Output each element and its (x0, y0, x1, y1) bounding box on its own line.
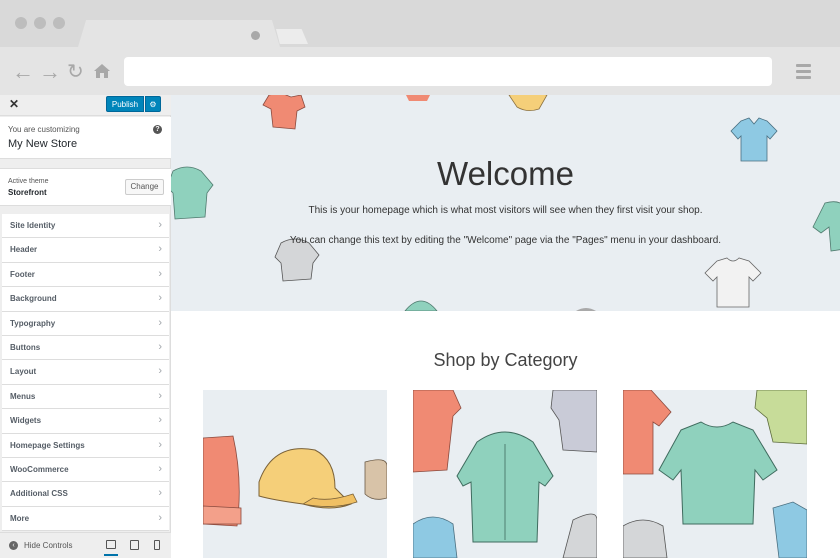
customizer-sidebar: ✕ Publish ⚙ You are customizing My New S… (0, 95, 171, 558)
welcome-text-line-1: This is your homepage which is what most… (308, 205, 703, 216)
hoodies-category-image (413, 390, 597, 558)
category-card-tshirts[interactable] (623, 390, 807, 558)
chevron-right-icon: › (158, 438, 162, 451)
section-label: Layout (10, 367, 37, 377)
publish-button[interactable]: Publish (106, 96, 144, 112)
reload-icon[interactable]: ↻ (67, 60, 84, 84)
section-label: More (10, 513, 30, 523)
chevron-right-icon: › (158, 292, 162, 305)
home-icon[interactable] (93, 63, 111, 79)
section-layout[interactable]: Layout › (2, 360, 169, 385)
window-close-dot[interactable] (15, 17, 27, 29)
welcome-text-line-2: You can change this text by editing the … (289, 235, 722, 246)
hide-controls-button[interactable]: Hide Controls (24, 541, 72, 550)
desktop-preview-icon[interactable] (104, 540, 118, 556)
customizing-label: You are customizing (8, 125, 80, 134)
section-label: Background (10, 294, 57, 304)
shirt-illustration-icon (262, 95, 306, 130)
gear-icon[interactable]: ⚙ (145, 96, 161, 112)
chevron-right-icon: › (158, 219, 162, 231)
section-label: Header (10, 245, 38, 255)
chevron-right-icon: › (158, 414, 162, 427)
cap-illustration-icon (508, 95, 548, 111)
tablet-preview-icon[interactable] (130, 540, 139, 550)
tshirts-category-image (623, 390, 807, 558)
shirt-illustration-icon (575, 308, 597, 311)
active-theme-name: Storefront (8, 188, 47, 197)
store-name: My New Store (8, 138, 78, 150)
active-theme-panel: Active theme Storefront Change (0, 168, 171, 206)
browser-chrome: ← → ↻ (0, 0, 840, 95)
section-label: Buttons (10, 342, 41, 352)
chevron-right-icon: › (158, 511, 162, 524)
shirt-illustration-icon (406, 95, 430, 101)
section-label: Footer (10, 269, 35, 279)
active-theme-label: Active theme (8, 178, 49, 185)
section-label: Site Identity (10, 221, 56, 230)
section-label: Widgets (10, 416, 42, 426)
chevron-right-icon: › (158, 340, 162, 353)
chevron-right-icon: › (158, 243, 162, 256)
category-card-accessories[interactable] (203, 390, 387, 558)
chevron-right-icon: › (158, 389, 162, 402)
section-label: Menus (10, 391, 36, 401)
forward-arrow-icon[interactable]: → (39, 60, 61, 84)
customizing-info: You are customizing My New Store ? (0, 117, 171, 159)
section-menus[interactable]: Menus › (2, 384, 169, 410)
hoodie-illustration-icon (404, 300, 438, 311)
section-buttons[interactable]: Buttons › (2, 335, 169, 361)
collapse-icon[interactable]: ‹ (9, 541, 18, 550)
chevron-right-icon: › (158, 462, 162, 475)
section-homepage-settings[interactable]: Homepage Settings › (2, 433, 169, 458)
section-widgets[interactable]: Widgets › (2, 409, 169, 434)
back-arrow-icon[interactable]: ← (12, 60, 34, 84)
shop-by-category-title: Shop by Category (433, 350, 578, 370)
window-minimize-dot[interactable] (34, 17, 46, 29)
address-bar[interactable] (124, 57, 772, 86)
section-label: Homepage Settings (10, 440, 85, 450)
welcome-hero: Welcome This is your homepage which is w… (171, 95, 840, 311)
chevron-right-icon: › (158, 316, 162, 329)
category-card-hoodies[interactable] (413, 390, 597, 558)
window-maximize-dot[interactable] (53, 17, 65, 29)
customizer-header: ✕ Publish ⚙ (0, 95, 171, 116)
section-label: Additional CSS (10, 489, 68, 499)
chevron-right-icon: › (158, 365, 162, 378)
hamburger-menu-icon[interactable] (796, 64, 811, 79)
close-icon[interactable]: ✕ (9, 97, 19, 111)
tab-close-icon[interactable] (251, 31, 260, 40)
section-typography[interactable]: Typography › (2, 311, 169, 336)
section-additional-css[interactable]: Additional CSS › (2, 482, 169, 507)
section-header[interactable]: Header › (2, 238, 169, 263)
change-theme-button[interactable]: Change (125, 179, 164, 195)
help-icon[interactable]: ? (153, 125, 162, 134)
customizer-footer: ‹ Hide Controls (0, 532, 171, 558)
chevron-right-icon: › (158, 267, 162, 280)
mobile-preview-icon[interactable] (154, 540, 160, 550)
section-footer[interactable]: Footer › (2, 262, 169, 288)
site-preview: Welcome This is your homepage which is w… (171, 95, 840, 558)
section-background[interactable]: Background › (2, 287, 169, 312)
section-more[interactable]: More › (2, 506, 169, 532)
section-site-identity[interactable]: Site Identity › (2, 214, 169, 239)
chevron-right-icon: › (158, 487, 162, 500)
customizer-sections: Site Identity › Header › Footer › Backgroun… (2, 214, 169, 532)
section-label: WooCommerce (10, 464, 69, 474)
browser-tab[interactable] (78, 20, 280, 47)
section-label: Typography (10, 318, 56, 328)
tshirt-illustration-icon (704, 257, 762, 308)
section-woocommerce[interactable]: WooCommerce › (2, 457, 169, 483)
welcome-title: Welcome (437, 155, 574, 192)
accessories-category-image (203, 435, 387, 527)
